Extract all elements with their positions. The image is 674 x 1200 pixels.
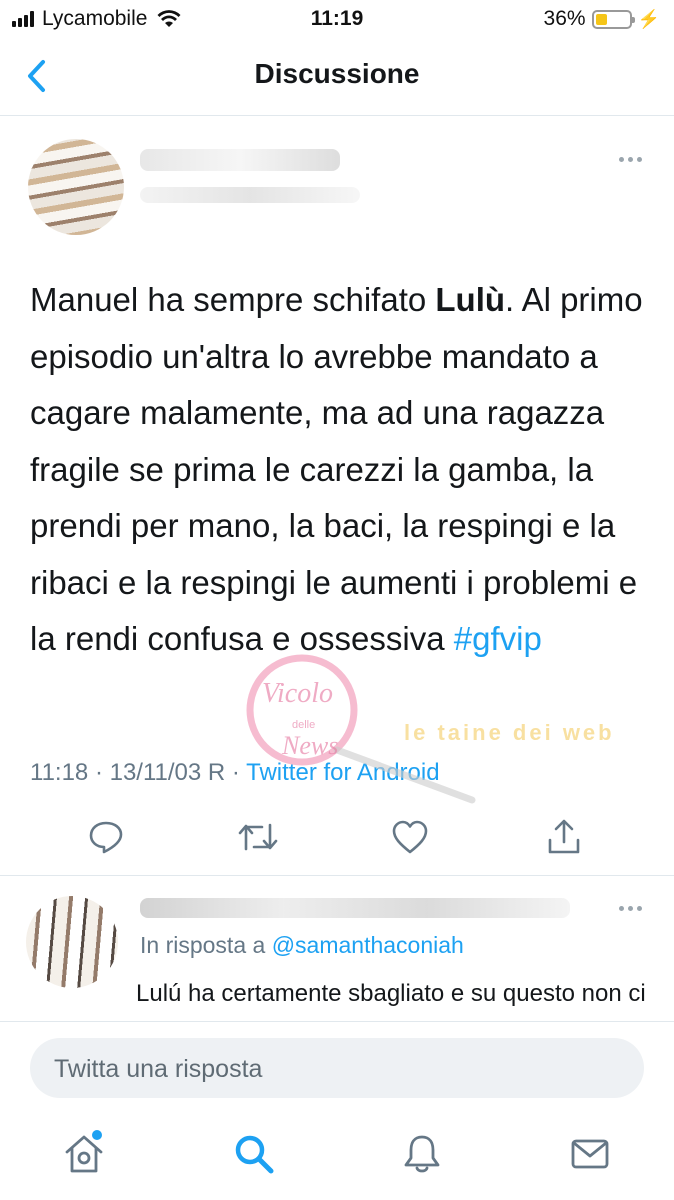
author-name-redacted[interactable] [140, 149, 340, 171]
reply-author-redacted [140, 898, 570, 918]
mail-icon [571, 1139, 609, 1169]
share-icon [548, 819, 580, 854]
avatar[interactable] [28, 139, 124, 235]
share-button[interactable] [544, 817, 584, 857]
in-reply-to: In risposta a @samanthaconiah [140, 932, 464, 959]
reply-button[interactable] [86, 817, 126, 857]
charging-bolt-icon: ⚡ [637, 8, 660, 29]
main-tweet: Manuel ha sempre schifato Lulù. Al primo… [0, 117, 674, 873]
more-options-button[interactable] [615, 157, 642, 162]
tweet-timestamp: 11:18 · 13/11/03 R · [30, 759, 247, 786]
tweet-actions [0, 817, 674, 857]
tweet-source-link[interactable]: Twitter for Android [246, 759, 439, 786]
reply-tweet[interactable]: In risposta a @samanthaconiah Lulú ha ce… [0, 876, 674, 1024]
tab-bar [0, 1122, 674, 1192]
reply-icon [89, 821, 123, 854]
mention-link[interactable]: @samanthaconiah [272, 932, 464, 958]
tab-search[interactable] [230, 1130, 278, 1178]
more-options-button[interactable] [615, 906, 642, 911]
bell-icon [404, 1135, 440, 1173]
hashtag-link[interactable]: #gfvip [454, 620, 542, 657]
battery-percent: 36% [543, 7, 586, 30]
retweet-icon [238, 823, 278, 851]
tweet-meta: 11:18 · 13/11/03 R · Twitter for Android [30, 759, 440, 787]
heart-icon [392, 820, 428, 854]
author-handle-redacted [140, 187, 360, 203]
more-dots-icon [619, 157, 624, 162]
retweet-button[interactable] [238, 817, 278, 857]
reply-text: Lulú ha certamente sbagliato e su questo… [136, 980, 646, 1024]
battery-icon [591, 9, 635, 29]
tweet-text-part: Manuel ha sempre schifato [30, 281, 436, 318]
home-notification-dot [92, 1130, 102, 1140]
page-title: Discussione [254, 58, 420, 89]
nav-header: Discussione [0, 40, 674, 116]
tweet-text-bold: Lulù [435, 281, 506, 318]
tab-messages[interactable] [566, 1130, 614, 1178]
tab-notifications[interactable] [398, 1130, 446, 1178]
search-icon [235, 1135, 274, 1174]
more-dots-icon [619, 906, 624, 911]
in-reply-prefix: In risposta a [140, 932, 272, 958]
status-bar: Lycamobile 11:19 36% ⚡ [0, 0, 674, 40]
tweet-text-part: . Al primo episodio un'altra lo avrebbe … [30, 281, 643, 657]
avatar[interactable] [26, 896, 118, 988]
bottom-bar: Twitta una risposta [0, 1021, 674, 1200]
tweet-text: Manuel ha sempre schifato Lulù. Al primo… [30, 272, 650, 668]
like-button[interactable] [390, 817, 430, 857]
composer-placeholder: Twitta una risposta [54, 1055, 263, 1083]
reply-composer-input[interactable]: Twitta una risposta [30, 1038, 644, 1098]
status-right: 36% ⚡ [544, 7, 660, 31]
